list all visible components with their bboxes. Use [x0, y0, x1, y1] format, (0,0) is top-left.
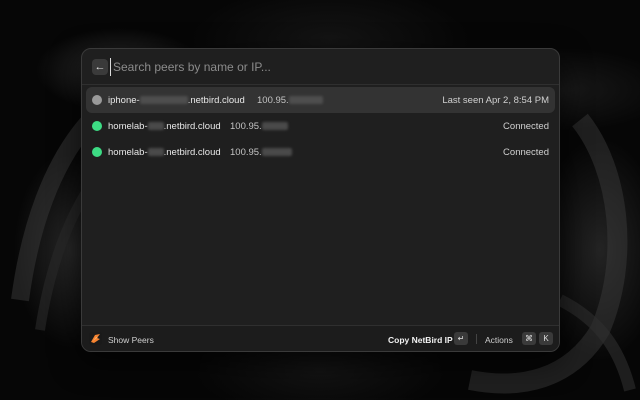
status-dot	[92, 121, 102, 131]
copy-netbird-ip-button[interactable]: Copy NetBird IP	[388, 335, 453, 345]
peer-row-homelab-1[interactable]: homelab- .netbird.cloud 100.95. Connected	[86, 113, 555, 139]
status-dot	[92, 147, 102, 157]
command-key-hint: ⌘	[522, 332, 536, 345]
peer-ip: 100.95.	[230, 121, 288, 132]
peer-status: Connected	[503, 121, 549, 132]
redacted-blur	[261, 122, 288, 131]
redacted-blur	[139, 96, 188, 105]
peer-status: Last seen Apr 2, 8:54 PM	[442, 95, 549, 106]
actions-button[interactable]: Actions	[485, 335, 513, 345]
back-button[interactable]: ←	[92, 59, 108, 75]
command-title: Show Peers	[108, 335, 154, 345]
arrow-left-icon: ←	[94, 60, 106, 73]
redacted-blur	[147, 148, 164, 157]
peer-ip: 100.95.	[257, 95, 323, 106]
redacted-blur	[261, 148, 292, 157]
status-dot	[92, 95, 102, 105]
search-bar: ←	[82, 49, 559, 85]
k-key-hint: K	[539, 332, 553, 345]
peer-name: iphone- .netbird.cloud	[108, 95, 245, 106]
redacted-blur	[147, 122, 164, 131]
action-bar: Show Peers Copy NetBird IP ↵ Actions ⌘ K	[82, 325, 559, 351]
peer-status: Connected	[503, 147, 549, 158]
peer-name: homelab- .netbird.cloud	[108, 147, 221, 158]
peer-name: homelab- .netbird.cloud	[108, 121, 221, 132]
enter-key-hint: ↵	[454, 332, 468, 345]
redacted-blur	[288, 96, 323, 105]
peers-window: ← iphone-.netbird.cloud 100.95. Last see…	[81, 48, 560, 352]
netbird-logo-icon	[89, 332, 102, 345]
peer-row-homelab-2[interactable]: homelab- .netbird.cloud 100.95. Connected	[86, 139, 555, 165]
peer-row-iphone[interactable]: iphone- .netbird.cloud 100.95. Last seen …	[86, 87, 555, 113]
peer-list: iphone- .netbird.cloud 100.95. Last seen …	[82, 87, 559, 165]
search-input[interactable]	[110, 58, 530, 76]
divider	[476, 334, 477, 344]
peer-ip: 100.95.	[230, 147, 292, 158]
